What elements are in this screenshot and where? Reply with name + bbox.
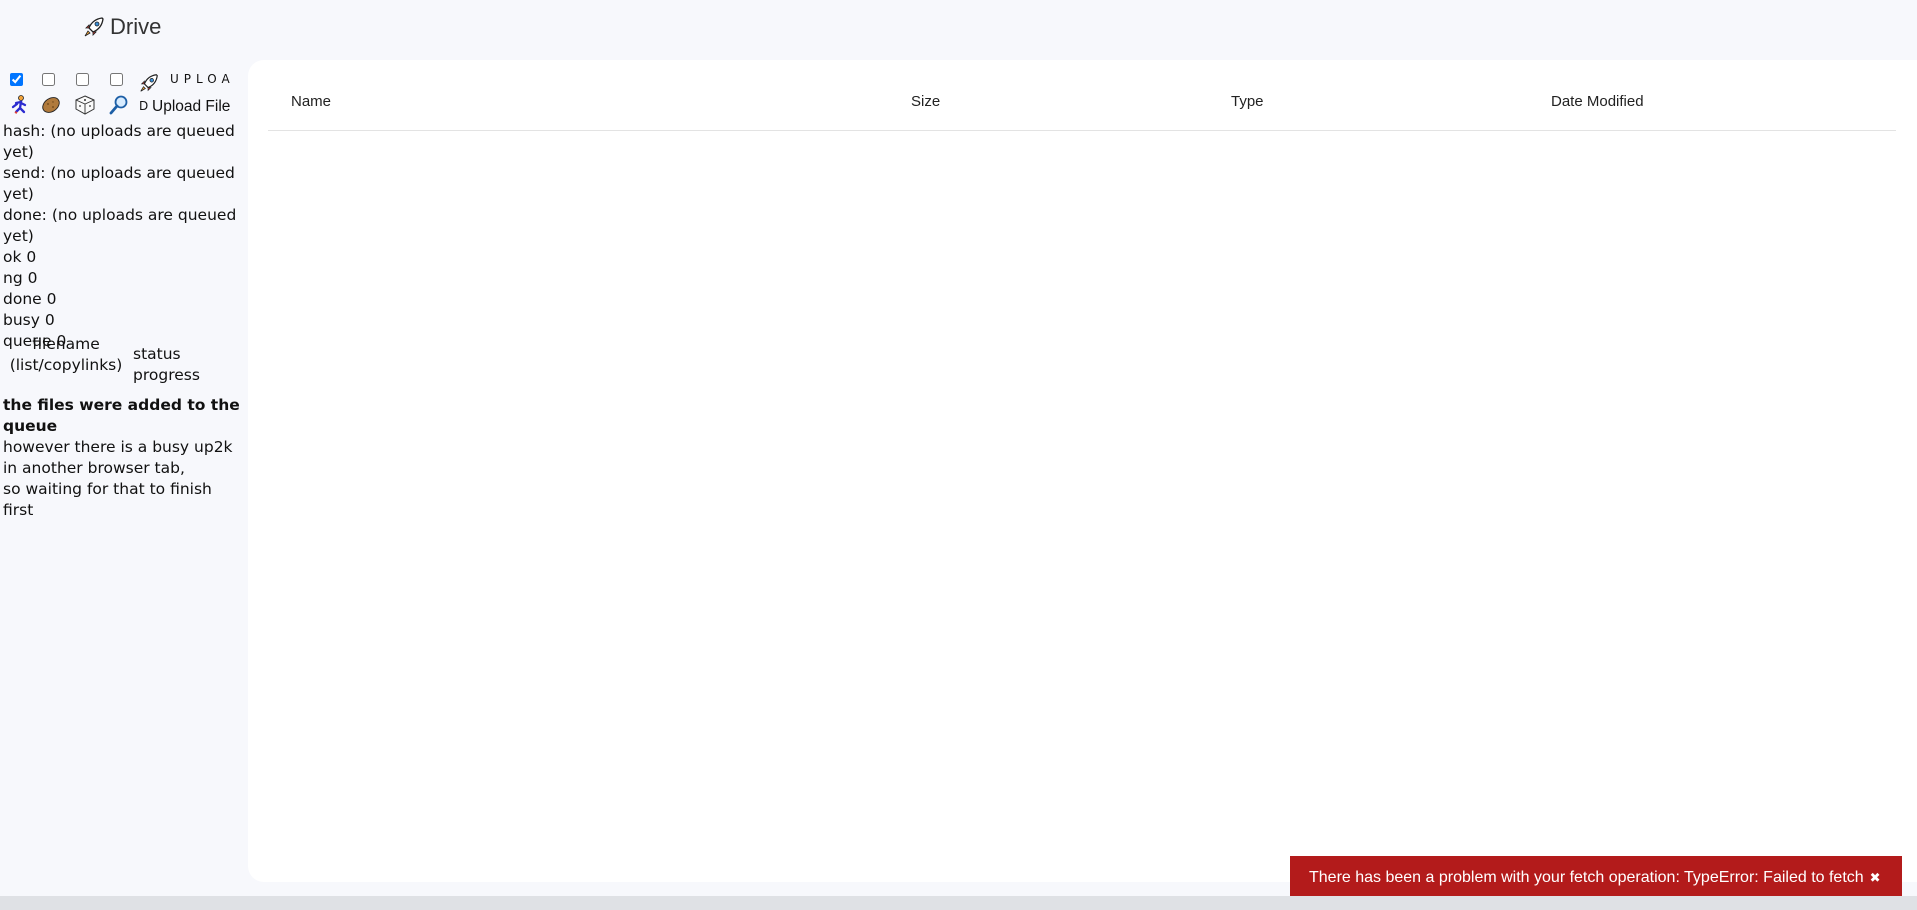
close-icon[interactable]: ✖ bbox=[1870, 870, 1881, 886]
running-man-icon bbox=[11, 95, 27, 114]
potato-toggle[interactable] bbox=[38, 73, 70, 117]
upload-button-label: UPLOA bbox=[170, 72, 235, 86]
random-checkbox[interactable] bbox=[76, 73, 89, 86]
stat-ng: ng 0 bbox=[3, 269, 38, 287]
queue-message-line1: however there is a busy up2k in another … bbox=[3, 438, 233, 477]
error-toast: There has been a problem with your fetch… bbox=[1290, 856, 1902, 900]
rocket-icon bbox=[140, 74, 158, 92]
brand[interactable]: Drive bbox=[82, 14, 161, 40]
stat-ok: ok 0 bbox=[3, 248, 37, 266]
filename-column-header[interactable]: filename (list/copylinks) bbox=[6, 334, 126, 376]
magnifier-icon bbox=[109, 95, 128, 115]
potato-checkbox[interactable] bbox=[42, 73, 55, 86]
horizontal-scrollbar[interactable] bbox=[0, 896, 1917, 910]
upload-stats: hash: (no uploads are queued yet) send: … bbox=[3, 121, 246, 352]
column-name[interactable]: Name bbox=[291, 93, 331, 110]
copylinks-header-label: (list/copylinks) bbox=[9, 356, 123, 374]
column-type[interactable]: Type bbox=[1231, 93, 1264, 110]
run-toggle[interactable] bbox=[6, 73, 38, 117]
status-progress-header: status progress bbox=[133, 345, 200, 384]
search-checkbox[interactable] bbox=[110, 73, 123, 86]
upload-button[interactable]: UPLOA D Upload File bbox=[134, 66, 246, 116]
potato-icon bbox=[42, 97, 60, 113]
upload-file-label[interactable]: Upload File bbox=[152, 96, 230, 117]
rocket-icon bbox=[84, 17, 104, 37]
upload-table-header: filename (list/copylinks) status progres… bbox=[3, 334, 246, 384]
queue-message: the files were added to the queue howeve… bbox=[3, 395, 246, 521]
stat-done-count: done 0 bbox=[3, 290, 57, 308]
queue-message-line2: so waiting for that to finish first bbox=[3, 480, 212, 519]
column-size[interactable]: Size bbox=[911, 93, 940, 110]
random-toggle[interactable] bbox=[72, 73, 104, 117]
top-bar: Drive bbox=[0, 0, 1917, 60]
stat-send: send: (no uploads are queued yet) bbox=[3, 164, 235, 203]
file-browser-panel: Name Size Type Date Modified bbox=[248, 60, 1917, 882]
error-toast-message: There has been a problem with your fetch… bbox=[1309, 869, 1864, 886]
stat-hash: hash: (no uploads are queued yet) bbox=[3, 122, 235, 161]
filename-header-label: filename bbox=[32, 335, 100, 353]
dice-icon bbox=[75, 95, 95, 115]
column-date-modified[interactable]: Date Modified bbox=[1551, 93, 1644, 110]
queue-message-title: the files were added to the queue bbox=[3, 396, 240, 435]
stat-busy: busy 0 bbox=[3, 311, 55, 329]
upload-button-label-d: D bbox=[139, 99, 149, 113]
stat-done: done: (no uploads are queued yet) bbox=[3, 206, 237, 245]
run-checkbox[interactable] bbox=[10, 73, 23, 86]
app-title: Drive bbox=[110, 14, 162, 39]
file-table-header: Name Size Type Date Modified bbox=[268, 90, 1896, 131]
